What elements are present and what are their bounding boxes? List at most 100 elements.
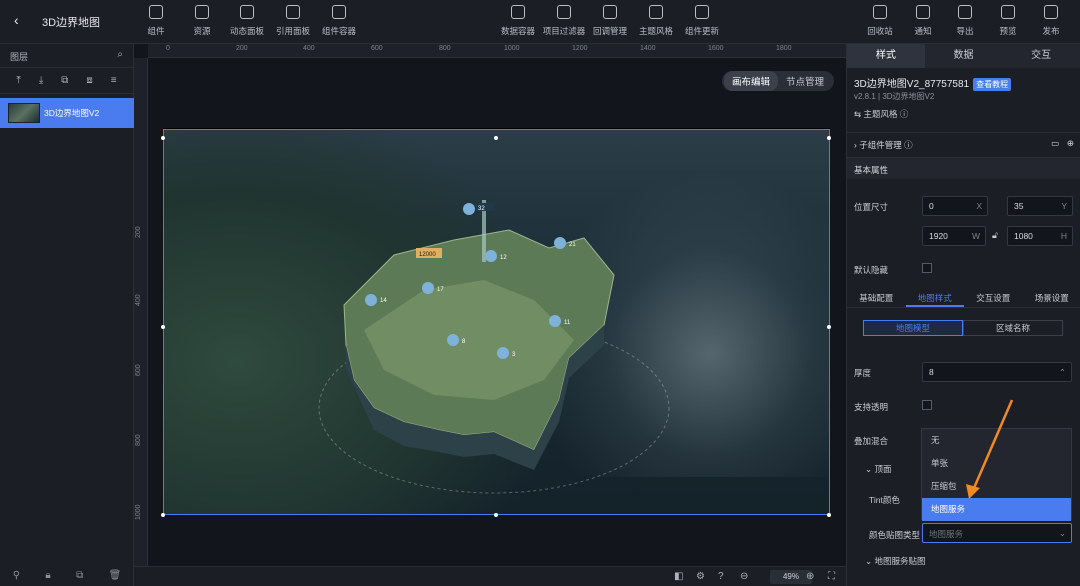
dropdown-option-selected[interactable]: 地图服务 [922,498,1071,521]
back-button[interactable]: ‹ [14,12,19,28]
width-input[interactable]: 1920 W [922,226,986,246]
layer-panel: 图层 ⌕ ⤒ ⤓ ⧉ ⧈ ≡ 3D边界地图V2 ⚲ 🔒︎ ⧉ 🗑︎ [0,44,134,586]
aspect-lock-icon[interactable]: 🔓︎ [992,230,998,241]
align-icon[interactable]: ≡ [111,75,117,86]
copy-icon[interactable]: ⧉ [76,570,83,581]
marker-dot[interactable] [549,315,561,327]
mode-switch: 画布编辑 节点管理 [721,71,834,91]
lock-icon[interactable]: 🔒︎ [45,570,50,581]
filter-icon [557,5,571,19]
component-name-row: 3D边界地图V2_87757581 查看教程 [854,75,1012,91]
version-info: v2.8.1 | 3D边界地图V2 [854,92,935,101]
marker-dot[interactable] [554,237,566,249]
move-bottom-icon[interactable]: ⤓ [39,75,43,86]
marker-value: 11 [564,320,571,326]
layer-bottom-tools: ⚲ 🔒︎ ⧉ 🗑︎ [0,564,134,586]
sidebar-toggle-icon[interactable]: ◧ [674,571,683,582]
send-icon [1044,5,1058,19]
settings-icon[interactable]: ⚙ [696,571,705,582]
tool-publish[interactable]: 发布 [1024,5,1078,37]
tool-update[interactable]: 组件更新 [675,5,729,37]
dropdown-option[interactable]: 压缩包 [922,475,1071,498]
ungroup-icon[interactable]: ⧈ [86,75,92,86]
tool-container[interactable]: 组件容器 [312,5,366,37]
message-icon [916,5,930,19]
sliders-icon [603,5,617,19]
help-icon[interactable]: ? [718,571,724,582]
transparent-checkbox[interactable] [922,400,932,410]
mode-node-manage[interactable]: 节点管理 [778,71,832,91]
ruler-horizontal: 0 200 400 600 800 1000 1200 1400 1600 18… [148,44,846,58]
basic-props-header: 基本属性 [847,157,1080,179]
theme-style-link[interactable]: ⇆ 主题风格 ⓘ [854,108,908,120]
resize-handle[interactable] [161,136,165,140]
tab-data[interactable]: 数据 [924,44,1003,68]
texture-dropdown: 无 单张 压缩包 地图服务 [921,428,1072,521]
segment-region-name[interactable]: 区域名称 [963,320,1063,336]
marker-value: 17 [437,287,444,293]
pos-y-input[interactable]: 35 Y [1007,196,1073,216]
marker-dot[interactable] [422,282,434,294]
tutorial-button[interactable]: 查看教程 [973,78,1012,91]
refresh-icon [695,5,709,19]
texture-type-select[interactable]: 地图服务 ⌄ [922,523,1072,543]
map-stage[interactable]: 32 12000 21 14 17 8 3 11 12 [163,129,830,515]
zoom-out-icon[interactable]: ⊖ [740,571,748,582]
folder-icon[interactable]: ▭ [1051,138,1059,149]
tab-interaction[interactable]: 交互 [1002,44,1080,68]
resize-handle[interactable] [827,325,831,329]
top-toolbar: ‹ 3D边界地图 组件 资源 动态面板 引用面板 组件容器 数据容器 项目过滤器… [0,0,1080,44]
style-subtabs: 基础配置 地图样式 交互设置 场景设置 [847,288,1080,308]
move-top-icon[interactable]: ⤒ [16,75,20,86]
zoom-in-icon[interactable]: ⊕ [806,571,814,582]
add-icon[interactable]: ⊕ [1067,138,1074,149]
subtab-interaction[interactable]: 交互设置 [964,288,1023,307]
search-icon[interactable]: ⌕ [117,49,123,60]
property-panel: 样式 数据 交互 3D边界地图V2_87757581 查看教程 v2.8.1 | … [846,44,1080,586]
pin-icon[interactable]: ⚲ [13,570,20,581]
resize-handle[interactable] [494,513,498,517]
thickness-input[interactable]: 8 ⌃ [922,362,1072,382]
palette-icon [649,5,663,19]
height-input[interactable]: 1080 H [1007,226,1073,246]
map-service-section[interactable]: ⌄ 地图服务贴图 [865,555,926,567]
marker-dot[interactable] [485,250,497,262]
ruler-vertical: 200 400 600 800 1000 [134,58,148,568]
marker-dot[interactable] [497,347,509,359]
marker-dot[interactable] [447,334,459,346]
resize-handle[interactable] [827,513,831,517]
subtab-scene[interactable]: 场景设置 [1023,288,1080,307]
subtab-map-style[interactable]: 地图样式 [905,288,964,307]
link-icon [286,5,300,19]
layer-thumbnail [8,103,40,123]
layers-icon [195,5,209,19]
marker-value: 32 [478,206,485,212]
resize-handle[interactable] [161,325,165,329]
chart-icon [511,5,525,19]
tab-style[interactable]: 样式 [847,44,925,68]
resize-handle[interactable] [161,513,165,517]
resize-handle[interactable] [827,136,831,140]
stepper-icon[interactable]: ⌃ [1059,367,1066,378]
top-face-section[interactable]: ⌄ 顶面 [865,463,892,475]
canvas-footer: ◧ ⚙ ? ⊖ 49% ⊕ ⛶ [134,566,846,586]
pos-x-input[interactable]: 0X [922,196,988,216]
marker-value: 12000 [419,252,436,258]
delete-icon[interactable]: 🗑︎ [109,570,122,581]
segment-map-model[interactable]: 地图模型 [863,320,963,336]
layer-item[interactable]: 3D边界地图V2 [0,98,134,128]
sub-component-section[interactable]: › 子组件管理 ⓘ ▭ ⊕ [847,132,1080,154]
default-hidden-checkbox[interactable] [922,263,932,273]
property-tabs: 样式 数据 交互 [847,44,1080,68]
fit-screen-icon[interactable]: ⛶ [828,571,835,582]
subtab-basic[interactable]: 基础配置 [847,288,906,307]
marker-dot[interactable] [365,294,377,306]
marker-dot[interactable] [463,203,475,215]
group-icon[interactable]: ⧉ [61,75,68,86]
resize-handle[interactable] [494,136,498,140]
component-icon [149,5,163,19]
dropdown-option[interactable]: 无 [922,429,1071,452]
dropdown-option[interactable]: 单张 [922,452,1071,475]
canvas-area: 0 200 400 600 800 1000 1200 1400 1600 18… [134,44,846,586]
mode-canvas-edit[interactable]: 画布编辑 [723,71,778,91]
